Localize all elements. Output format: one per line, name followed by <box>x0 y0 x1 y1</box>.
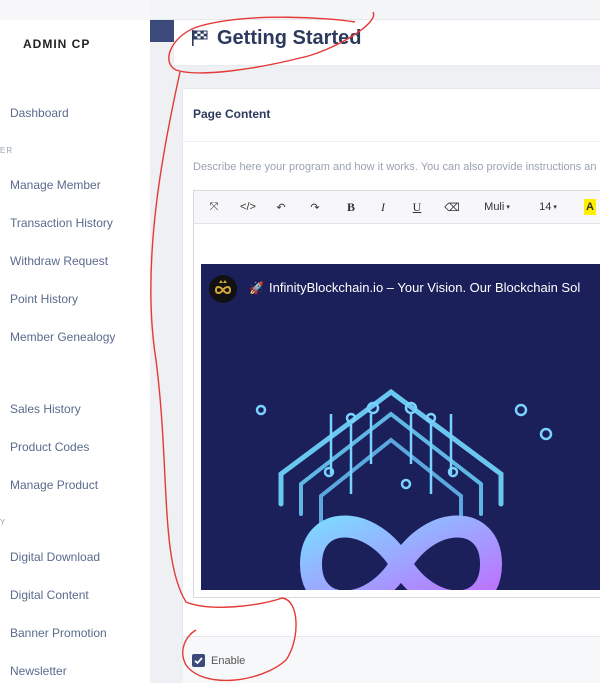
code-view-icon[interactable]: </> <box>239 199 257 215</box>
embedded-video[interactable] <box>201 264 600 590</box>
fullscreen-icon[interactable]: ⤧ <box>207 199 221 215</box>
highlight-color-button[interactable]: A <box>584 199 596 215</box>
sidebar-item-member-genealogy[interactable]: Member Genealogy <box>10 330 115 344</box>
sidebar-section-label: ER <box>0 146 14 155</box>
sidebar-item-withdraw-request[interactable]: Withdraw Request <box>10 254 108 268</box>
sidebar-item-digital-download[interactable]: Digital Download <box>10 550 100 564</box>
font-size-value: 14 <box>539 201 552 213</box>
brand-title: ADMIN CP <box>23 37 91 51</box>
sidebar-item-product-codes[interactable]: Product Codes <box>10 440 89 454</box>
enable-checkbox[interactable] <box>192 654 205 667</box>
sidebar-item-transaction-history[interactable]: Transaction History <box>10 216 113 230</box>
rocket-icon: 🚀 <box>249 281 264 295</box>
enable-label[interactable]: Enable <box>211 655 245 667</box>
underline-button[interactable]: U <box>411 199 423 215</box>
sidebar-item-sales-history[interactable]: Sales History <box>10 402 81 416</box>
sidebar-item-digital-content[interactable]: Digital Content <box>10 588 89 602</box>
card-divider <box>183 141 600 142</box>
italic-button[interactable]: I <box>378 199 388 215</box>
sidebar-item-newsletter[interactable]: Newsletter <box>10 664 67 678</box>
card-description: Describe here your program and how it wo… <box>193 161 597 173</box>
sidebar-item-manage-product[interactable]: Manage Product <box>10 478 98 492</box>
video-title: InfinityBlockchain.io – Your Vision. Our… <box>269 280 581 295</box>
sidebar-item-manage-member[interactable]: Manage Member <box>10 178 101 192</box>
chevron-down-icon: ▾ <box>553 204 557 211</box>
sidebar-item-point-history[interactable]: Point History <box>10 292 78 306</box>
font-size-dropdown[interactable]: 14 ▾ <box>536 199 560 215</box>
sidebar-item-banner-promotion[interactable]: Banner Promotion <box>10 626 107 640</box>
font-family-value: Muli <box>484 201 505 213</box>
sidebar-section-label: Y <box>0 518 7 527</box>
sidebar: ADMIN CP ER Y Dashboard Manage Member Tr… <box>0 0 150 683</box>
sidebar-top-strip <box>0 0 150 20</box>
infinity-artwork <box>255 388 553 590</box>
page-title: Getting Started <box>217 27 362 49</box>
chevron-down-icon: ▾ <box>506 204 510 211</box>
card-footer <box>183 636 600 683</box>
channel-logo <box>209 275 237 303</box>
redo-icon[interactable]: ↷ <box>308 199 322 215</box>
sidebar-item-dashboard[interactable]: Dashboard <box>10 106 69 120</box>
checkmark-icon <box>194 657 203 665</box>
top-bar <box>150 0 600 20</box>
card-title: Page Content <box>193 107 271 121</box>
checkered-flag-icon <box>192 30 208 46</box>
undo-icon[interactable]: ↶ <box>274 199 288 215</box>
bold-button[interactable]: B <box>345 199 357 215</box>
accent-block <box>150 20 174 42</box>
eraser-icon[interactable]: ⌫ <box>444 199 460 215</box>
font-family-dropdown[interactable]: Muli ▾ <box>482 199 512 215</box>
